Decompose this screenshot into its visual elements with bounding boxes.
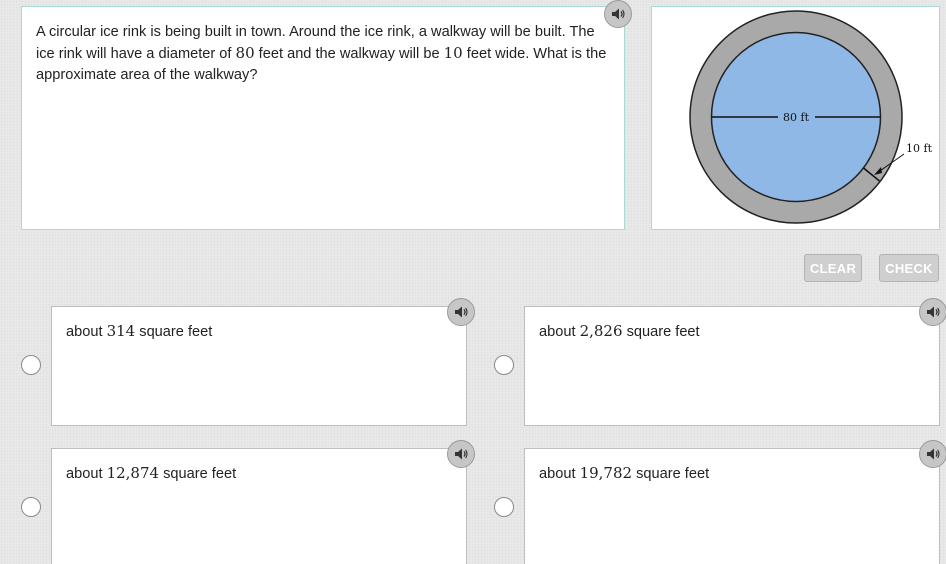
choice-prefix: about	[66, 324, 107, 340]
choice-b-audio-button[interactable]	[919, 298, 946, 326]
choice-a-radio[interactable]	[21, 355, 41, 375]
speaker-icon	[455, 306, 468, 318]
width-label: 10 ft	[906, 142, 933, 155]
question-audio-button[interactable]	[604, 0, 632, 28]
choice-c-text: about 12,874 square feet	[66, 464, 236, 482]
figure-panel: 80 ft 10 ft	[651, 6, 940, 230]
choice-d-audio-button[interactable]	[919, 440, 946, 468]
choice-d-radio[interactable]	[494, 497, 514, 517]
choice-prefix: about	[539, 324, 580, 340]
speaker-icon	[455, 448, 468, 460]
choice-a-text: about 314 square feet	[66, 322, 212, 340]
speaker-icon	[927, 448, 940, 460]
question-text: A circular ice rink is being built in to…	[36, 22, 616, 86]
choice-number: 12,874	[106, 464, 160, 482]
choice-d-text: about 19,782 square feet	[539, 464, 709, 482]
choice-suffix: square feet	[135, 324, 213, 340]
choice-b[interactable]: about 2,826 square feet	[524, 306, 940, 426]
ice-rink-diagram: 80 ft 10 ft	[689, 10, 933, 224]
choice-prefix: about	[539, 466, 580, 482]
choice-a[interactable]: about 314 square feet	[51, 306, 467, 426]
question-panel: A circular ice rink is being built in to…	[21, 6, 625, 230]
choice-a-audio-button[interactable]	[447, 298, 475, 326]
check-button[interactable]: CHECK	[879, 254, 939, 282]
choice-b-radio[interactable]	[494, 355, 514, 375]
choice-number: 314	[106, 322, 136, 340]
choice-number: 19,782	[579, 464, 633, 482]
choice-c-audio-button[interactable]	[447, 440, 475, 468]
question-number: 80	[235, 44, 255, 62]
speaker-icon	[927, 306, 940, 318]
clear-button[interactable]: CLEAR	[804, 254, 862, 282]
diameter-label: 80 ft	[783, 111, 810, 124]
question-text-part: feet and the walkway will be	[254, 46, 444, 62]
choice-suffix: square feet	[622, 324, 700, 340]
choice-suffix: square feet	[632, 466, 710, 482]
choice-c[interactable]: about 12,874 square feet	[51, 448, 467, 564]
choice-d[interactable]: about 19,782 square feet	[524, 448, 940, 564]
choice-number: 2,826	[579, 322, 623, 340]
choice-c-radio[interactable]	[21, 497, 41, 517]
question-number: 10	[443, 44, 463, 62]
speaker-icon	[612, 8, 625, 20]
choice-suffix: square feet	[159, 466, 237, 482]
choice-b-text: about 2,826 square feet	[539, 322, 700, 340]
choice-prefix: about	[66, 466, 107, 482]
